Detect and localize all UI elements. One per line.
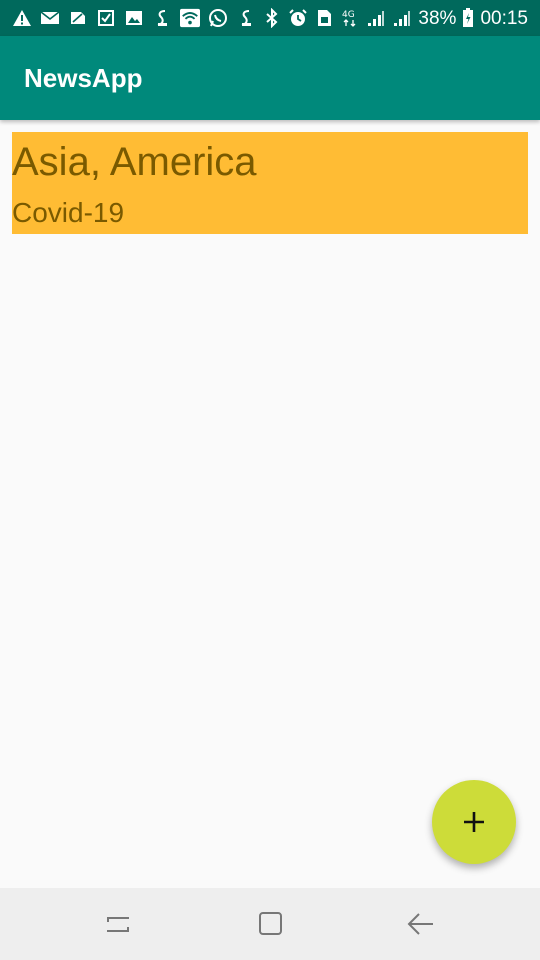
news-item-subtitle: Covid-19 xyxy=(12,197,125,228)
home-button[interactable] xyxy=(252,906,288,942)
signal-icon xyxy=(366,8,386,28)
navigation-bar xyxy=(0,888,540,960)
svg-text:4G: 4G xyxy=(342,10,355,20)
sim-icon xyxy=(68,8,88,28)
back-button[interactable] xyxy=(402,906,438,942)
sim-card-icon xyxy=(314,8,334,28)
system-icons: 4G 38% 00:15 xyxy=(262,8,528,28)
alarm-icon xyxy=(288,8,308,28)
mail-icon xyxy=(40,8,60,28)
wifi-icon xyxy=(180,8,200,28)
recent-apps-button[interactable] xyxy=(100,906,136,942)
battery-percent: 38% xyxy=(418,7,457,29)
signal-icon xyxy=(392,8,412,28)
notification-icons xyxy=(12,8,256,28)
app-icon xyxy=(236,8,256,28)
battery-icon xyxy=(462,8,474,28)
app-title: NewsApp xyxy=(24,62,143,93)
news-list-item[interactable]: Asia, America Covid-19 xyxy=(12,132,528,234)
news-list: Asia, America Covid-19 xyxy=(0,120,540,888)
recent-apps-icon xyxy=(103,909,133,939)
warning-icon xyxy=(12,8,32,28)
checkbox-icon xyxy=(96,8,116,28)
whatsapp-icon xyxy=(208,8,228,28)
add-news-button[interactable] xyxy=(432,780,516,864)
app-bar: NewsApp xyxy=(0,36,540,120)
back-icon xyxy=(405,909,435,939)
image-icon xyxy=(124,8,144,28)
home-icon xyxy=(255,909,285,939)
app-icon xyxy=(152,8,172,28)
clock: 00:15 xyxy=(480,7,528,29)
status-bar: 4G 38% 00:15 xyxy=(0,0,540,36)
network-4g-icon: 4G xyxy=(340,8,360,28)
bluetooth-icon xyxy=(262,8,282,28)
plus-icon xyxy=(461,809,487,835)
news-item-title: Asia, America xyxy=(12,140,257,184)
